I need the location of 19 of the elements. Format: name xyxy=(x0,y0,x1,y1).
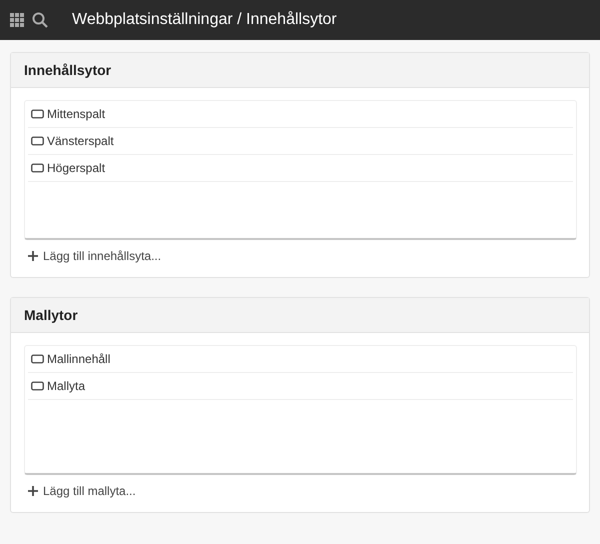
search-icon[interactable] xyxy=(32,12,48,28)
add-area-link[interactable]: Lägg till innehållsyta... xyxy=(28,249,162,263)
panel-title: Innehållsytor xyxy=(24,62,112,78)
area-icon xyxy=(31,354,44,364)
add-area-link[interactable]: Lägg till mallyta... xyxy=(28,484,136,498)
area-item[interactable]: Högerspalt xyxy=(28,155,573,182)
area-item[interactable]: Mallyta xyxy=(28,373,573,400)
area-icon xyxy=(31,381,44,391)
area-icon xyxy=(31,109,44,119)
area-icon xyxy=(31,136,44,146)
area-item[interactable]: Mittenspalt xyxy=(28,101,573,128)
panel-title: Mallytor xyxy=(24,307,78,323)
plus-icon xyxy=(28,251,38,261)
plus-icon xyxy=(28,486,38,496)
area-icon xyxy=(31,163,44,173)
page-title: Webbplatsinställningar / Innehållsytor xyxy=(72,11,337,29)
app-grid-icon[interactable] xyxy=(10,13,24,27)
area-item[interactable]: Mallinnehåll xyxy=(28,346,573,373)
area-item[interactable]: Vänsterspalt xyxy=(28,128,573,155)
